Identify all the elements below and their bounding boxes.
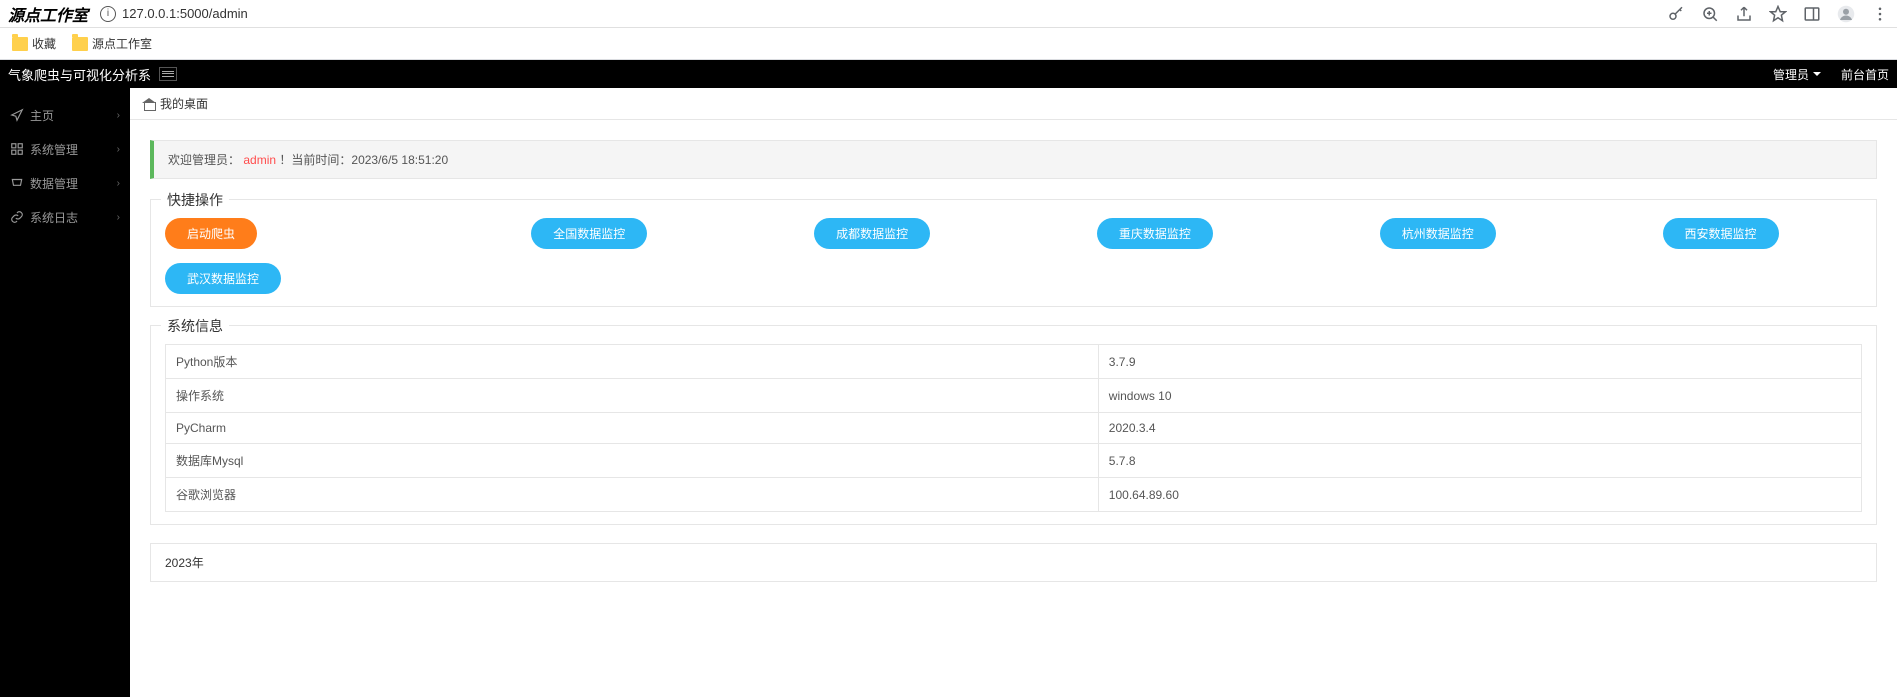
quick-op-button[interactable]: 启动爬虫 [165, 218, 257, 249]
send-icon [10, 108, 24, 122]
cart-icon [10, 176, 24, 190]
breadcrumb: 我的桌面 [130, 88, 1897, 120]
sys-info-key: 数据库Mysql [166, 444, 1099, 478]
key-icon[interactable] [1667, 5, 1685, 23]
browser-address-bar: 源点工作室 i 127.0.0.1:5000/admin [0, 0, 1897, 28]
sys-info-panel: 系统信息 Python版本3.7.9操作系统windows 10PyCharm2… [150, 325, 1877, 525]
menu-toggle-icon[interactable] [159, 67, 177, 81]
chevron-right-icon: › [117, 178, 120, 189]
sidebar: 主页 › 系统管理 › 数据管理 › 系统日志 › [0, 88, 130, 697]
app-header: 气象爬虫与可视化分析系 管理员 前台首页 [0, 60, 1897, 88]
sys-info-value: 2020.3.4 [1098, 413, 1861, 444]
welcome-admin: admin [243, 153, 276, 167]
menu-dots-icon[interactable] [1871, 5, 1889, 23]
profile-icon[interactable] [1837, 5, 1855, 23]
admin-dropdown[interactable]: 管理员 [1773, 66, 1821, 83]
panel-icon[interactable] [1803, 5, 1821, 23]
bookmark-label: 源点工作室 [92, 35, 152, 52]
quick-op-button[interactable]: 成都数据监控 [814, 218, 930, 249]
quick-ops-title: 快捷操作 [161, 190, 229, 210]
quick-op-button[interactable]: 重庆数据监控 [1097, 218, 1213, 249]
table-row: 操作系统windows 10 [166, 379, 1862, 413]
welcome-prefix: 欢迎管理员： [168, 153, 240, 167]
url-text[interactable]: 127.0.0.1:5000/admin [122, 6, 248, 21]
quick-ops-panel: 快捷操作 启动爬虫全国数据监控成都数据监控重庆数据监控杭州数据监控西安数据监控武… [150, 199, 1877, 307]
welcome-suffix: ！当前时间：2023/6/5 18:51:20 [279, 153, 448, 167]
sys-info-key: 操作系统 [166, 379, 1099, 413]
table-row: PyCharm2020.3.4 [166, 413, 1862, 444]
table-row: 数据库Mysql5.7.8 [166, 444, 1862, 478]
sidebar-item-logs[interactable]: 系统日志 › [0, 200, 130, 234]
chevron-down-icon [1813, 72, 1821, 76]
chevron-right-icon: › [117, 110, 120, 121]
front-page-link[interactable]: 前台首页 [1841, 66, 1889, 83]
sys-info-value: 5.7.8 [1098, 444, 1861, 478]
bookmark-favorites[interactable]: 收藏 [12, 35, 56, 52]
sys-info-title: 系统信息 [161, 316, 229, 336]
sys-info-value: 3.7.9 [1098, 345, 1861, 379]
table-row: 谷歌浏览器100.64.89.60 [166, 478, 1862, 512]
star-icon[interactable] [1769, 5, 1787, 23]
sys-info-key: Python版本 [166, 345, 1099, 379]
front-label: 前台首页 [1841, 66, 1889, 83]
sys-info-table: Python版本3.7.9操作系统windows 10PyCharm2020.3… [165, 344, 1862, 512]
bookmark-studio[interactable]: 源点工作室 [72, 35, 152, 52]
folder-icon [12, 37, 28, 51]
sidebar-item-data[interactable]: 数据管理 › [0, 166, 130, 200]
info-icon[interactable]: i [100, 6, 116, 22]
admin-label: 管理员 [1773, 66, 1809, 83]
bookmark-label: 收藏 [32, 35, 56, 52]
quick-op-button[interactable]: 全国数据监控 [531, 218, 647, 249]
zoom-icon[interactable] [1701, 5, 1719, 23]
quick-op-button[interactable]: 杭州数据监控 [1380, 218, 1496, 249]
grid-icon [10, 142, 24, 156]
footer-text: 2023年 [165, 556, 204, 570]
folder-icon [72, 37, 88, 51]
main-content: 我的桌面 欢迎管理员： admin ！当前时间：2023/6/5 18:51:2… [130, 88, 1897, 697]
welcome-banner: 欢迎管理员： admin ！当前时间：2023/6/5 18:51:20 [150, 140, 1877, 179]
footer-box: 2023年 [150, 543, 1877, 582]
sidebar-item-label: 系统日志 [30, 209, 78, 226]
link-icon [10, 210, 24, 224]
sys-info-key: 谷歌浏览器 [166, 478, 1099, 512]
sidebar-item-label: 系统管理 [30, 141, 78, 158]
sidebar-item-home[interactable]: 主页 › [0, 98, 130, 132]
app-title-text: 气象爬虫与可视化分析系 [8, 65, 151, 84]
sidebar-item-system[interactable]: 系统管理 › [0, 132, 130, 166]
chevron-right-icon: › [117, 144, 120, 155]
sys-info-key: PyCharm [166, 413, 1099, 444]
home-icon[interactable] [142, 98, 156, 110]
quick-op-button[interactable]: 西安数据监控 [1663, 218, 1779, 249]
share-icon[interactable] [1735, 5, 1753, 23]
bookmark-bar: 收藏 源点工作室 [0, 28, 1897, 60]
quick-op-button[interactable]: 武汉数据监控 [165, 263, 281, 294]
sys-info-value: windows 10 [1098, 379, 1861, 413]
sys-info-value: 100.64.89.60 [1098, 478, 1861, 512]
table-row: Python版本3.7.9 [166, 345, 1862, 379]
breadcrumb-text: 我的桌面 [160, 95, 208, 112]
sidebar-item-label: 数据管理 [30, 175, 78, 192]
sidebar-item-label: 主页 [30, 107, 54, 124]
chevron-right-icon: › [117, 212, 120, 223]
tab-title: 源点工作室 [8, 2, 88, 26]
